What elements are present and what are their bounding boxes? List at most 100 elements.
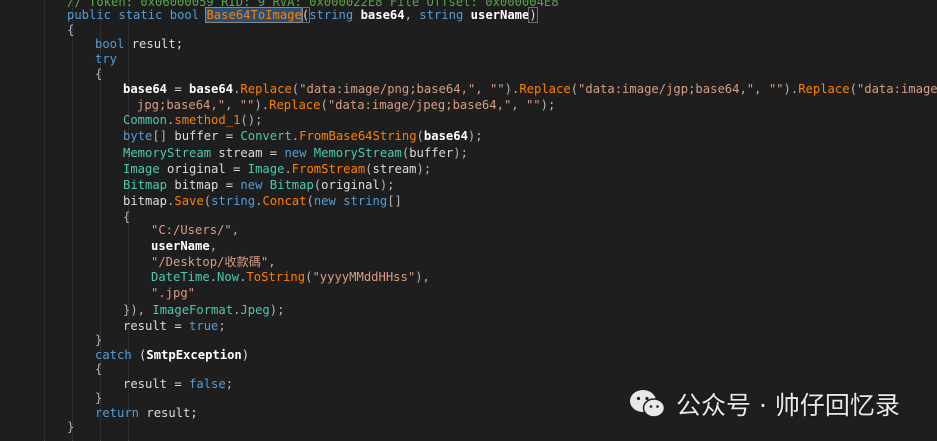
code-token[interactable]: smethod_1 [174, 113, 240, 127]
code-token: } [95, 391, 103, 405]
code-line: "/Desktop/收款碼", [151, 254, 276, 270]
code-token[interactable]: ToString [246, 270, 305, 284]
code-token: string [309, 8, 354, 22]
code-token: public [67, 8, 112, 22]
code-token: ); [416, 162, 432, 176]
code-token: ( [306, 194, 314, 208]
code-token[interactable]: Replace [798, 82, 849, 96]
code-line: MemoryStream stream = new MemoryStream(b… [123, 145, 468, 161]
code-token: static [118, 8, 163, 22]
code-token: ). [783, 82, 799, 96]
code-token: ; [225, 377, 234, 391]
code-token: byte [123, 129, 153, 143]
code-token: , [231, 223, 240, 237]
indent-guide [72, 0, 73, 441]
code-token: catch [95, 348, 132, 362]
code-token: bool [95, 37, 125, 51]
code-token: base64 [189, 82, 234, 96]
code-token: base64 [423, 129, 468, 143]
code-token: { [67, 23, 75, 37]
code-token[interactable]: Base64ToImage [205, 7, 303, 23]
code-token[interactable]: Replace [240, 82, 291, 96]
code-line: jpg;base64,", "").Replace("data:image/jp… [137, 97, 555, 113]
code-token: ); [269, 303, 285, 317]
code-token: "yyyyMMddHHss" [312, 270, 416, 284]
code-token: ( [320, 98, 328, 112]
code-line: { [123, 209, 130, 225]
code-token: Now [217, 270, 240, 284]
code-token: result; [124, 37, 184, 51]
code-token: Bitmap [123, 178, 168, 192]
code-line: userName, [151, 238, 217, 254]
code-token[interactable]: Replace [519, 82, 570, 96]
code-token: bitmap = [167, 178, 241, 192]
code-token: new [284, 146, 307, 160]
code-token: } [95, 333, 103, 347]
code-token: { [95, 67, 103, 81]
code-token: original [321, 178, 380, 192]
code-token: false [189, 377, 226, 391]
code-line: } [95, 332, 102, 348]
code-line: byte[] buffer = Convert.FromBase64String… [123, 128, 483, 144]
code-token: }), [123, 303, 153, 317]
code-token: ( [570, 82, 579, 96]
code-line: return result; [95, 405, 198, 421]
code-token: = [167, 82, 190, 96]
code-token[interactable]: Save [174, 194, 203, 208]
code-token: { [95, 362, 103, 376]
code-token[interactable]: Concat [262, 194, 306, 208]
code-line: }), ImageFormat.Jpeg); [123, 302, 284, 318]
code-token: ( [365, 162, 373, 176]
code-token[interactable]: FromStream [292, 162, 365, 176]
code-token: ); [467, 129, 483, 143]
code-token: ); [379, 178, 395, 192]
code-token: Convert [240, 129, 292, 143]
code-token: { [123, 210, 131, 224]
code-token: try [95, 52, 118, 66]
code-line: public static bool Base64ToImage(string … [67, 7, 538, 23]
code-token: original = [159, 162, 248, 176]
wechat-icon [630, 390, 666, 418]
code-token: MemoryStream [123, 146, 212, 160]
code-line: bool result; [95, 36, 183, 52]
code-token: "" [525, 98, 541, 112]
code-line: catch (SmtpException) [95, 347, 249, 363]
code-token: string [419, 8, 464, 22]
code-token[interactable]: FromBase64String [299, 129, 416, 143]
code-token: , [511, 98, 526, 112]
code-token: "C:/Users/" [151, 223, 232, 237]
code-token: ".jpg" [151, 286, 196, 300]
code-token: , [754, 82, 769, 96]
code-token: , [475, 82, 490, 96]
code-line: result = true; [123, 318, 226, 334]
code-token: "data:image/png;base64," [299, 82, 476, 96]
code-token: ( [203, 194, 212, 208]
code-token: bool [169, 8, 200, 22]
code-token: SmtpException [146, 348, 242, 362]
code-line: { [95, 66, 102, 82]
code-token: ) [528, 7, 538, 23]
code-line: Image original = Image.FromStream(stream… [123, 161, 431, 177]
code-editor[interactable]: // Token: 0x06000059 RID: 9 RVA: 0x00002… [0, 0, 937, 441]
code-token: ImageFormat [152, 303, 234, 317]
code-token: DateTime [151, 270, 210, 284]
code-token: ( [416, 129, 424, 143]
code-token: ). [254, 98, 270, 112]
code-token: Bitmap [269, 178, 314, 192]
code-token[interactable]: Replace [269, 98, 320, 112]
code-token: } [67, 420, 75, 434]
code-token: "" [768, 82, 784, 96]
code-token: string [211, 194, 256, 208]
code-line: Common.smethod_1(); [123, 112, 262, 128]
code-token: Common [123, 113, 168, 127]
code-token: ); [453, 146, 468, 160]
code-token: bitmap [123, 194, 168, 208]
code-token: ), [415, 270, 430, 284]
code-token: new [240, 178, 263, 192]
code-token: (); [240, 113, 263, 127]
code-token: stream [372, 162, 417, 176]
code-token: "/Desktop/收款碼" [151, 255, 269, 269]
